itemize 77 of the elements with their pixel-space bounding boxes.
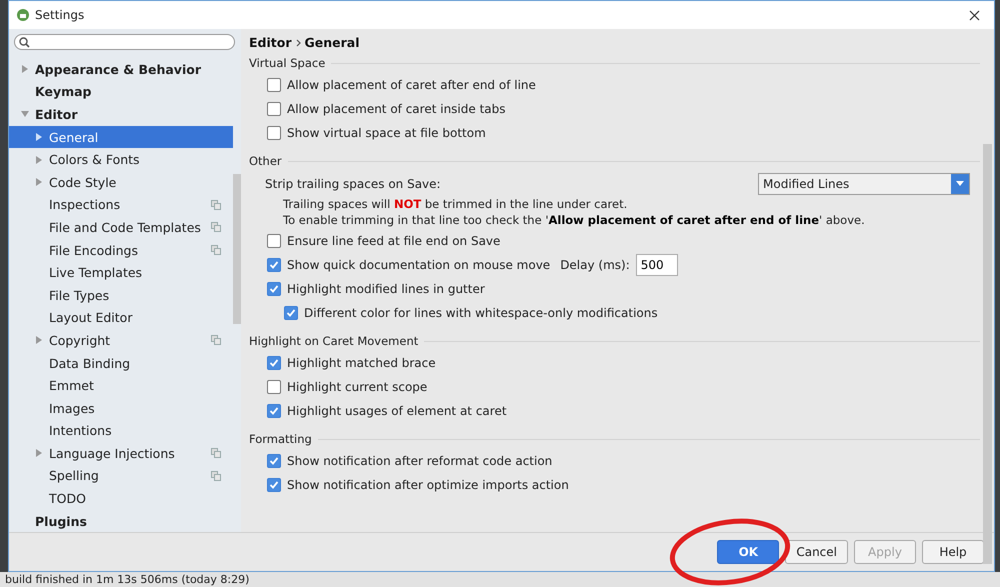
field-label: Strip trailing spaces on Save: [265,177,442,191]
chevron-icon [296,38,300,46]
close-icon[interactable] [969,10,980,21]
dialog-button[interactable]: Help [922,540,984,564]
settings-tree-item[interactable]: File Encodings [9,238,233,262]
scrollbar-thumb[interactable] [983,144,992,564]
checkbox[interactable] [267,282,281,296]
status-text: build finished in 1m 13s 506ms (today 8:29) [5,573,250,586]
settings-tree-item[interactable]: Layout Editor [9,306,233,330]
collapsed-arrow-icon[interactable] [35,133,43,142]
scrollbar-thumb[interactable] [233,174,241,324]
collapsed-arrow-icon[interactable] [35,449,43,458]
checkbox[interactable] [267,102,281,116]
settings-tree-item[interactable]: Appearance & Behavior [9,58,233,81]
checkbox-label: Allow placement of caret after end of line [287,78,536,92]
breadcrumb-item: Editor [249,35,292,50]
checkbox[interactable] [267,258,281,272]
settings-tree-item[interactable]: Emmet [9,374,233,397]
settings-tree-item[interactable]: Data Binding [9,352,233,374]
checkbox[interactable] [284,306,298,320]
checkbox-label: Show notification after reformat code action [287,454,552,468]
dialog-button[interactable]: OK [717,540,780,564]
collapsed-arrow-icon[interactable] [35,156,43,164]
checkbox[interactable] [267,234,281,248]
checkbox-label: Ensure line feed at file end on Save [287,234,500,248]
hint-text: To enable trimming in that line too check the 'Allow placement of caret after end of line' above. [282,213,866,229]
expanded-arrow-icon[interactable] [21,110,29,118]
field-label: Delay (ms): [560,258,630,272]
checkbox-label: Different color for lines with whitespace-only modifications [304,306,658,320]
section-title: Formatting [249,432,312,446]
settings-tree-item[interactable]: Inspections [9,194,233,216]
checkbox[interactable] [267,78,281,92]
section-title: Highlight on Caret Movement [249,334,418,348]
settings-tree-item[interactable]: Keymap [9,80,233,104]
search-icon [19,36,30,48]
checkbox-label: Highlight modified lines in gutter [287,282,485,296]
checkbox[interactable] [267,380,281,394]
checkbox-label: Allow placement of caret inside tabs [287,102,506,116]
delay-input-field[interactable]: 500 [636,254,678,276]
checkbox[interactable] [267,356,281,370]
settings-tree-item[interactable]: File and Code Templates [9,216,233,239]
checkbox-label: Show virtual space at file bottom [287,126,486,140]
checkbox-label: Highlight usages of element at caret [287,404,507,418]
checkbox[interactable] [267,478,281,492]
checkbox-label: Highlight matched brace [287,356,436,370]
checkbox[interactable] [267,126,281,140]
settings-tree-item[interactable]: Colors & Fonts [9,148,233,171]
settings-tree-item[interactable]: Plugins [9,510,233,532]
settings-tree-item[interactable]: TODO [9,487,233,510]
settings-tree-item[interactable]: Language Injections [9,442,233,465]
section-title: Other [249,154,282,168]
collapsed-arrow-icon[interactable] [35,178,43,186]
settings-tree-item[interactable]: Code Style [9,170,233,194]
search-field[interactable] [14,34,235,50]
settings-tree-item[interactable]: Intentions [9,420,233,442]
collapsed-arrow-icon[interactable] [35,336,43,344]
dropdown[interactable]: Modified Lines [758,173,970,195]
checkbox-label: Show notification after optimize imports action [287,478,569,492]
settings-tree-item[interactable]: Images [9,396,233,420]
settings-tree-item[interactable]: Spelling [9,464,233,488]
dropdown-arrow-icon [956,181,964,187]
settings-tree-item[interactable]: Live Templates [9,261,233,284]
dialog-button[interactable]: Cancel [785,540,848,564]
checkbox-label: Show quick documentation on mouse move [287,258,550,272]
breadcrumb-item: General [304,35,360,50]
section-title: Virtual Space [249,56,326,70]
settings-tree-item[interactable]: General [9,126,233,148]
checkbox-label: Highlight current scope [287,380,428,394]
hint-text: Trailing spaces will NOT be trimmed in the line under caret. [282,197,628,213]
collapsed-arrow-icon[interactable] [21,65,29,74]
settings-tree-item[interactable]: Editor [9,103,233,126]
checkbox[interactable] [267,454,281,468]
checkbox[interactable] [267,404,281,418]
app-logo-icon [17,9,29,21]
window-title: Settings [35,8,86,22]
settings-tree-item[interactable]: File Types [9,284,233,307]
settings-tree-item[interactable]: Copyright [9,329,233,352]
